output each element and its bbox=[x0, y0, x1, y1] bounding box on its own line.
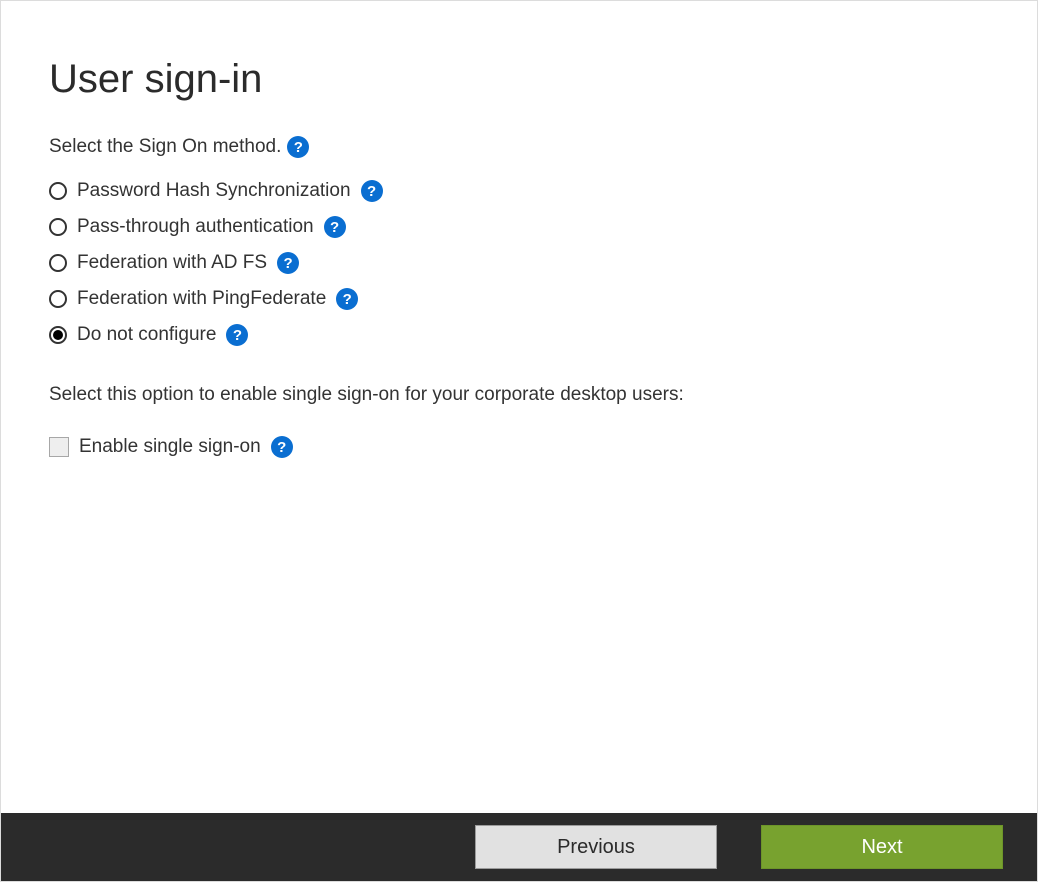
option-label: Password Hash Synchronization bbox=[77, 180, 351, 202]
enable-sso-label: Enable single sign-on bbox=[79, 436, 261, 458]
signin-options-group: Password Hash Synchronization ? Pass-thr… bbox=[49, 180, 989, 346]
previous-button[interactable]: Previous bbox=[475, 825, 717, 869]
help-icon[interactable]: ? bbox=[277, 252, 299, 274]
radio-icon[interactable] bbox=[49, 182, 67, 200]
option-pass-through-auth[interactable]: Pass-through authentication ? bbox=[49, 216, 989, 238]
help-icon[interactable]: ? bbox=[226, 324, 248, 346]
sso-prompt: Select this option to enable single sign… bbox=[49, 384, 989, 406]
option-label: Federation with AD FS bbox=[77, 252, 267, 274]
radio-icon[interactable] bbox=[49, 254, 67, 272]
page-title: User sign-in bbox=[49, 57, 989, 102]
checkbox-icon bbox=[49, 437, 69, 457]
signin-method-prompt-row: Select the Sign On method. ? bbox=[49, 136, 989, 158]
option-label: Pass-through authentication bbox=[77, 216, 314, 238]
help-icon[interactable]: ? bbox=[361, 180, 383, 202]
wizard-footer: Previous Next bbox=[1, 813, 1037, 881]
radio-icon[interactable] bbox=[49, 218, 67, 236]
wizard-window: User sign-in Select the Sign On method. … bbox=[0, 0, 1038, 882]
help-icon[interactable]: ? bbox=[287, 136, 309, 158]
option-label: Do not configure bbox=[77, 324, 216, 346]
option-password-hash-sync[interactable]: Password Hash Synchronization ? bbox=[49, 180, 989, 202]
option-do-not-configure[interactable]: Do not configure ? bbox=[49, 324, 989, 346]
content-area: User sign-in Select the Sign On method. … bbox=[1, 1, 1037, 458]
enable-sso-row: Enable single sign-on ? bbox=[49, 436, 989, 458]
next-button[interactable]: Next bbox=[761, 825, 1003, 869]
help-icon[interactable]: ? bbox=[336, 288, 358, 310]
help-icon[interactable]: ? bbox=[271, 436, 293, 458]
help-icon[interactable]: ? bbox=[324, 216, 346, 238]
option-label: Federation with PingFederate bbox=[77, 288, 326, 310]
option-federation-pingfederate[interactable]: Federation with PingFederate ? bbox=[49, 288, 989, 310]
option-federation-adfs[interactable]: Federation with AD FS ? bbox=[49, 252, 989, 274]
signin-method-prompt: Select the Sign On method. bbox=[49, 136, 281, 158]
radio-icon[interactable] bbox=[49, 290, 67, 308]
radio-icon[interactable] bbox=[49, 326, 67, 344]
